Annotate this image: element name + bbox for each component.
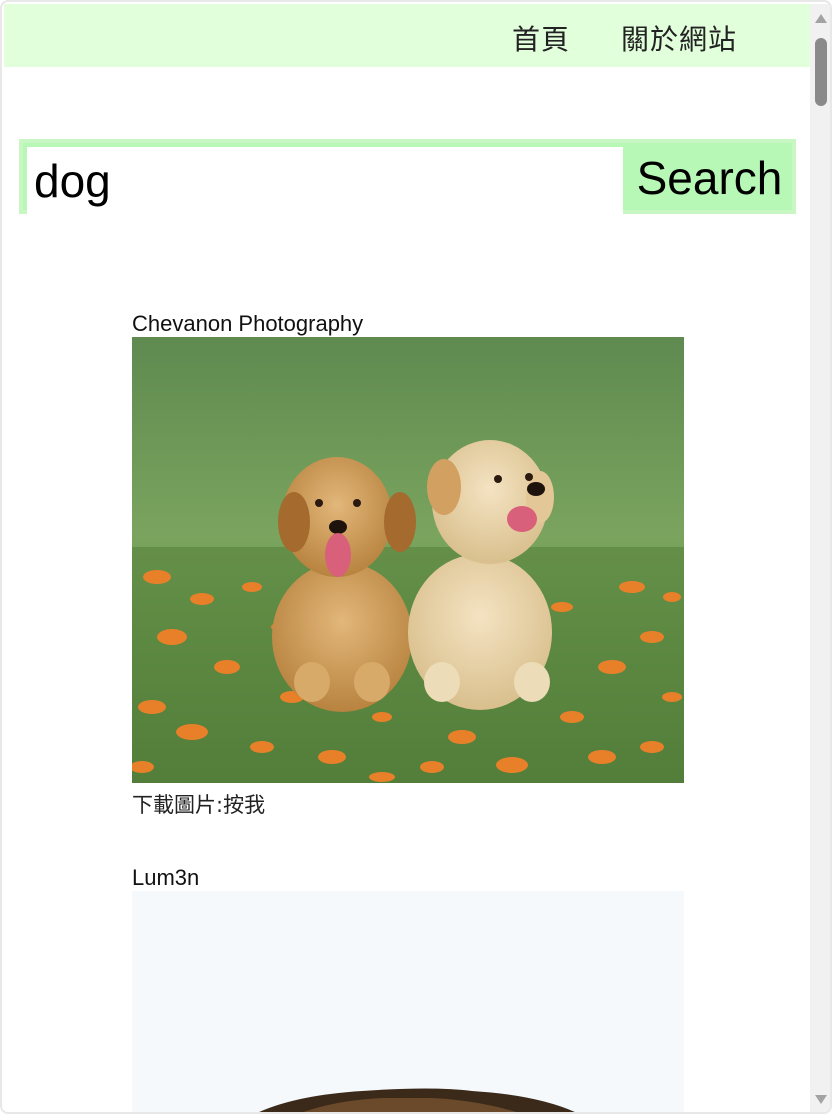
scroll-down-arrow-icon[interactable]: [815, 1095, 827, 1104]
vertical-scrollbar[interactable]: [810, 4, 830, 1112]
scroll-up-arrow-icon[interactable]: [815, 14, 827, 23]
photographer-name: Chevanon Photography: [132, 311, 364, 336]
browser-viewport: 首頁 關於網站 Search Chevanon Photography: [0, 0, 832, 1114]
nav-about-link[interactable]: 關於網站: [621, 18, 737, 58]
photographer-name: Lum3n: [132, 865, 200, 890]
search-form: Search: [19, 139, 796, 214]
result-image[interactable]: [132, 891, 684, 1112]
nav-home-link[interactable]: 首頁: [512, 18, 570, 58]
scroll-thumb[interactable]: [815, 38, 827, 106]
result-image[interactable]: [132, 337, 684, 783]
search-button[interactable]: Search: [623, 143, 796, 214]
result-item: Chevanon Photography 下載圖片:按我: [132, 311, 684, 819]
dog-photo: [132, 891, 684, 1112]
top-navigation: 首頁 關於網站: [4, 4, 810, 67]
result-item: Lum3n: [132, 865, 684, 1112]
puppies-photo: [132, 337, 684, 783]
search-input[interactable]: [27, 147, 623, 214]
download-link[interactable]: 下載圖片:按我: [132, 789, 684, 819]
